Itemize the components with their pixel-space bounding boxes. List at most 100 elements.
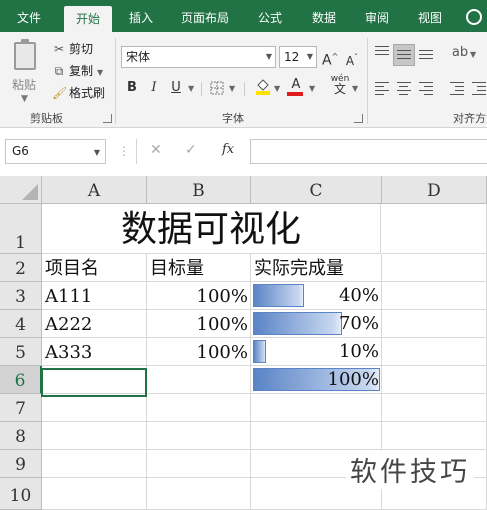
- bottom-align-icon[interactable]: [419, 50, 433, 62]
- copy-button[interactable]: ⧉ 复制 ▼: [52, 62, 103, 80]
- font-color-button[interactable]: A: [287, 76, 305, 96]
- row-header-1[interactable]: 1: [0, 204, 42, 254]
- sheet-title-cell[interactable]: 数据可视化: [42, 204, 381, 254]
- row-header-3[interactable]: 3: [0, 282, 42, 310]
- cell-a9[interactable]: [42, 450, 147, 478]
- row-header-4[interactable]: 4: [0, 310, 42, 338]
- border-icon[interactable]: [208, 79, 226, 97]
- shrink-font-button[interactable]: Aˇ: [344, 49, 360, 68]
- cell-b2[interactable]: 目标量: [147, 254, 251, 282]
- cell-b4[interactable]: 100%: [147, 310, 251, 338]
- ribbon-tab-bar: 文件 开始 插入 页面布局 公式 数据 审阅 视图: [0, 0, 487, 32]
- decrease-indent-icon[interactable]: [450, 82, 464, 98]
- cell-b8[interactable]: [147, 422, 251, 450]
- italic-button[interactable]: I: [146, 79, 162, 97]
- data-bar: [253, 284, 304, 307]
- grow-font-button[interactable]: A^: [322, 48, 338, 69]
- cell-c4[interactable]: 70%: [251, 310, 382, 338]
- paste-button[interactable]: 粘贴 ▼: [8, 38, 42, 104]
- tab-formulas[interactable]: 公式: [248, 0, 292, 32]
- row-header-8[interactable]: 8: [0, 422, 42, 450]
- bold-button[interactable]: B: [124, 79, 140, 97]
- tab-page-layout[interactable]: 页面布局: [172, 0, 238, 32]
- tab-data[interactable]: 数据: [302, 0, 346, 32]
- row-header-6[interactable]: 6: [0, 366, 42, 394]
- chevron-down-icon[interactable]: ▼: [470, 50, 476, 59]
- chevron-down-icon[interactable]: ▼: [309, 84, 315, 93]
- cell-b9[interactable]: [147, 450, 251, 478]
- tab-review[interactable]: 审阅: [355, 0, 399, 32]
- tab-home[interactable]: 开始: [64, 6, 112, 32]
- cell-d5[interactable]: [382, 338, 487, 366]
- tell-me-icon[interactable]: [466, 9, 482, 25]
- fill-color-icon[interactable]: [254, 77, 272, 95]
- cell-d2[interactable]: [382, 254, 487, 282]
- row-header-9[interactable]: 9: [0, 450, 42, 478]
- cell-a4[interactable]: A222: [42, 310, 147, 338]
- cell-c8[interactable]: [251, 422, 382, 450]
- middle-align-button[interactable]: [393, 44, 415, 66]
- row-header-2[interactable]: 2: [0, 254, 42, 282]
- shrink-font-icon: A: [345, 54, 355, 68]
- font-size-value: 12: [284, 50, 300, 64]
- scissors-icon: ✂: [53, 42, 65, 56]
- cell-d6[interactable]: [382, 366, 487, 394]
- cell-c7[interactable]: [251, 394, 382, 422]
- chevron-down-icon[interactable]: ▼: [229, 84, 235, 93]
- chevron-down-icon[interactable]: ▼: [274, 84, 280, 93]
- drag-handle-icon[interactable]: ⋮: [118, 144, 130, 158]
- formula-input[interactable]: [250, 139, 487, 164]
- cell-d4[interactable]: [382, 310, 487, 338]
- cancel-icon[interactable]: ✕: [150, 142, 162, 158]
- cell-c6[interactable]: 100%: [251, 366, 382, 394]
- cell-a7[interactable]: [42, 394, 147, 422]
- font-launcher-icon[interactable]: [354, 114, 363, 123]
- cell-a3[interactable]: A111: [42, 282, 147, 310]
- row-header-7[interactable]: 7: [0, 394, 42, 422]
- tab-view[interactable]: 视图: [408, 0, 452, 32]
- clipboard-launcher-icon[interactable]: [103, 114, 112, 123]
- cell-d3[interactable]: [382, 282, 487, 310]
- cell-d7[interactable]: [382, 394, 487, 422]
- cell-d1[interactable]: [382, 204, 487, 254]
- enter-icon[interactable]: ✓: [185, 142, 197, 158]
- align-center-icon[interactable]: [397, 82, 411, 98]
- cell-c2[interactable]: 实际完成量: [251, 254, 382, 282]
- cell-b3[interactable]: 100%: [147, 282, 251, 310]
- format-painter-button[interactable]: 🖌 格式刷: [52, 84, 105, 102]
- column-header-b[interactable]: B: [147, 176, 251, 204]
- cell-b10[interactable]: [147, 478, 251, 510]
- insert-function-button[interactable]: fx: [222, 142, 234, 157]
- chevron-down-icon[interactable]: ▼: [352, 84, 358, 93]
- column-header-d[interactable]: D: [382, 176, 487, 204]
- chevron-down-icon[interactable]: ▼: [188, 84, 194, 93]
- name-box[interactable]: G6 ▼: [5, 139, 106, 164]
- cell-c5[interactable]: 10%: [251, 338, 382, 366]
- font-size-select[interactable]: 12 ▼: [279, 46, 317, 68]
- column-header-a[interactable]: A: [42, 176, 147, 204]
- cell-b6[interactable]: [147, 366, 251, 394]
- cut-button[interactable]: ✂ 剪切: [52, 40, 93, 58]
- cell-a8[interactable]: [42, 422, 147, 450]
- underline-button[interactable]: U: [168, 79, 184, 97]
- align-right-icon[interactable]: [419, 82, 433, 98]
- cell-b7[interactable]: [147, 394, 251, 422]
- top-align-icon[interactable]: [375, 46, 389, 58]
- cell-a10[interactable]: [42, 478, 147, 510]
- row-header-10[interactable]: 10: [0, 478, 42, 510]
- select-all-button[interactable]: [0, 176, 42, 204]
- cell-a2[interactable]: 项目名: [42, 254, 147, 282]
- align-left-icon[interactable]: [375, 82, 389, 98]
- increase-indent-icon[interactable]: [472, 82, 486, 98]
- orientation-icon[interactable]: ab: [450, 44, 470, 62]
- cell-a5[interactable]: A333: [42, 338, 147, 366]
- phonetic-guide-button[interactable]: wén 文: [330, 74, 350, 95]
- cell-d8[interactable]: [382, 422, 487, 450]
- row-header-5[interactable]: 5: [0, 338, 42, 366]
- font-name-select[interactable]: 宋体 ▼: [121, 46, 276, 68]
- cell-b5[interactable]: 100%: [147, 338, 251, 366]
- tab-insert[interactable]: 插入: [118, 0, 164, 32]
- column-header-c[interactable]: C: [251, 176, 382, 204]
- tab-file[interactable]: 文件: [4, 0, 54, 32]
- cell-c3[interactable]: 40%: [251, 282, 382, 310]
